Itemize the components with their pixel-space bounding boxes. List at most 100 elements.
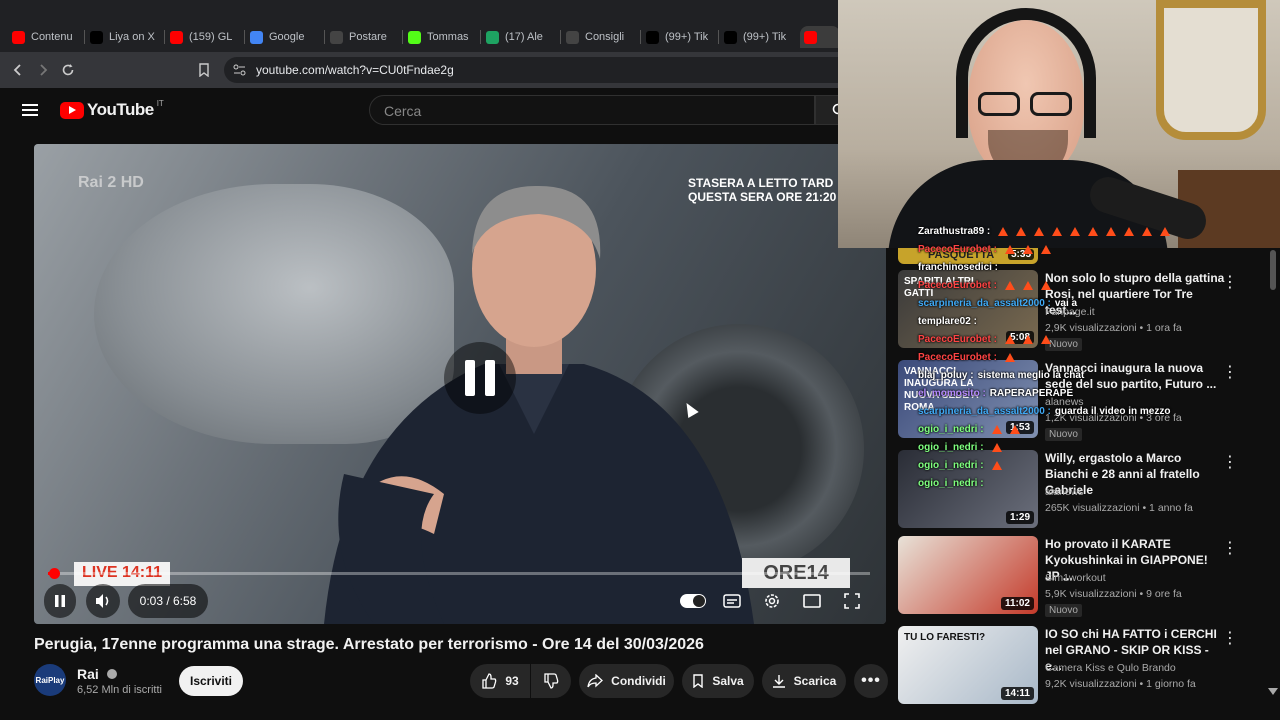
up-arrow-emote-icon <box>991 442 1002 452</box>
more-options-icon[interactable]: ⋮ <box>1222 628 1238 648</box>
chatgpt-icon <box>330 30 343 44</box>
video-thumbnail[interactable]: 11:02 <box>898 536 1038 614</box>
menu-button[interactable] <box>22 103 38 117</box>
more-options-icon[interactable]: ⋮ <box>1222 538 1238 558</box>
bookmark-button[interactable] <box>194 60 214 80</box>
share-button[interactable]: Condividi <box>579 664 674 698</box>
thumbs-up-icon <box>482 673 497 689</box>
chat-username: scarpineria_da_assalt2000 : <box>918 406 1051 417</box>
chat-message: templare02 : <box>918 316 977 327</box>
more-actions-button[interactable]: ••• <box>854 664 888 698</box>
scroll-down-arrow[interactable] <box>1268 688 1278 695</box>
reload-icon <box>62 64 74 76</box>
youtube-icon <box>804 30 817 44</box>
search-button[interactable] <box>815 95 844 125</box>
tab-separator <box>244 30 245 44</box>
reload-button[interactable] <box>58 60 78 80</box>
channel-name[interactable]: Rai <box>77 666 117 682</box>
recommendation-item[interactable]: TU LO FARESTI? 14:11 IO SO chi HA FATTO i … <box>898 626 1270 708</box>
volume-icon <box>96 594 109 608</box>
browser-tab[interactable]: Contenu <box>12 26 86 48</box>
browser-tab-label: (17) Ale <box>505 31 543 43</box>
search-input[interactable]: Cerca <box>369 95 815 125</box>
up-arrow-emote-icon <box>1022 244 1033 254</box>
browser-tab[interactable] <box>800 26 840 48</box>
browser-tab-label: Contenu <box>31 31 73 43</box>
more-options-icon[interactable]: ⋮ <box>1222 362 1238 382</box>
save-button[interactable]: Salva <box>682 664 754 698</box>
recommendation-channel[interactable]: alanews <box>1045 486 1084 498</box>
chat-emote-arrows <box>991 460 1010 471</box>
settings-button[interactable] <box>754 584 790 618</box>
bookmark-icon <box>693 674 704 688</box>
more-options-icon[interactable]: ⋮ <box>1222 272 1238 292</box>
glasses <box>978 92 1074 118</box>
center-pause-button[interactable] <box>444 342 516 414</box>
site-info-icon[interactable] <box>233 64 246 76</box>
forward-button[interactable] <box>33 60 53 80</box>
like-button[interactable]: 93 <box>470 664 530 698</box>
chat-message: Zarathustra89 : <box>918 226 1178 237</box>
chat-message: PacecoEurobet : <box>918 334 1059 345</box>
chat-username: PacecoEurobet : <box>918 280 997 291</box>
chatgpt-icon <box>566 30 579 44</box>
more-options-icon[interactable]: ⋮ <box>1222 452 1238 472</box>
browser-tab[interactable]: Tommas <box>408 26 482 48</box>
channel-avatar[interactable]: RaiPlay <box>34 664 66 696</box>
progress-scrubber[interactable] <box>48 568 60 579</box>
browser-tab[interactable]: Google <box>250 26 324 48</box>
recommendation-channel[interactable]: Camera Kiss e Qulo Brando <box>1045 662 1176 674</box>
subtitles-button[interactable] <box>714 584 750 618</box>
up-arrow-emote-icon <box>1106 226 1117 236</box>
recommendation-channel-name: Camera Kiss e Qulo Brando <box>1045 662 1176 674</box>
youtube-icon <box>12 30 25 44</box>
recommendation-views: 5,9K visualizzazioni • 9 ore fa <box>1045 588 1182 600</box>
browser-tab[interactable]: Consigli <box>566 26 640 48</box>
theater-mode-button[interactable] <box>794 584 830 618</box>
chat-username: templare02 : <box>918 316 977 327</box>
chat-message: scarpineria_da_assalt2000 : vai a <box>918 298 1077 309</box>
youtube-logo-text: YouTube <box>87 100 154 119</box>
browser-tab[interactable]: (99+) Tik <box>724 26 798 48</box>
up-arrow-emote-icon <box>1160 226 1171 236</box>
save-label: Salva <box>712 674 744 688</box>
address-bar[interactable]: youtube.com/watch?v=CU0tFndae2g <box>224 57 840 83</box>
mute-button[interactable] <box>86 584 120 618</box>
tab-separator <box>84 30 85 44</box>
promo-line-1: STASERA A LETTO TARD <box>688 176 834 190</box>
browser-tab[interactable]: Liya on X <box>90 26 164 48</box>
kick-icon <box>408 30 421 44</box>
fullscreen-button[interactable] <box>834 584 870 618</box>
progress-bar[interactable] <box>48 568 870 579</box>
dislike-button[interactable] <box>531 664 571 698</box>
video-thumbnail[interactable]: TU LO FARESTI? 14:11 <box>898 626 1038 704</box>
video-duration: 11:02 <box>1000 597 1034 610</box>
browser-tab[interactable]: (159) GL <box>170 26 244 48</box>
recommendation-item[interactable]: 11:02 Ho provato il KARATE Kyokushinkai i… <box>898 536 1270 618</box>
fullscreen-icon <box>844 593 860 609</box>
recommendation-channel[interactable]: Sim1workout <box>1045 572 1106 584</box>
chat-emote-arrows <box>1004 244 1059 255</box>
tiktok-icon <box>646 30 659 44</box>
browser-tab[interactable]: Postare <box>330 26 404 48</box>
up-arrow-emote-icon <box>1009 424 1020 434</box>
url-text: youtube.com/watch?v=CU0tFndae2g <box>256 63 454 77</box>
browser-tab[interactable]: (17) Ale <box>486 26 560 48</box>
browser-tab[interactable]: (99+) Tik <box>646 26 720 48</box>
autoplay-toggle[interactable] <box>674 584 712 618</box>
back-button[interactable] <box>8 60 28 80</box>
toggle-icon <box>680 594 706 608</box>
webcam-overlay <box>838 0 1280 248</box>
youtube-logo[interactable]: YouTube IT <box>60 99 164 120</box>
chat-message: ogio_i_nedri : <box>918 442 1010 453</box>
download-button[interactable]: Scarica <box>762 664 846 698</box>
tab-separator <box>164 30 165 44</box>
bookmark-icon <box>199 63 209 77</box>
thumbnail-text: TU LO FARESTI? <box>904 632 986 643</box>
subscribe-button[interactable]: Iscriviti <box>179 666 243 696</box>
recommendation-views: 9,2K visualizzazioni • 1 giorno fa <box>1045 678 1196 690</box>
time-display: 0:03 / 6:58 <box>128 584 208 618</box>
play-pause-button[interactable] <box>44 584 76 618</box>
video-player[interactable]: Rai 2 HD STASERA A LETTO TARD QUESTA SER… <box>34 144 886 624</box>
sidebar-scrollbar[interactable] <box>1270 250 1276 290</box>
